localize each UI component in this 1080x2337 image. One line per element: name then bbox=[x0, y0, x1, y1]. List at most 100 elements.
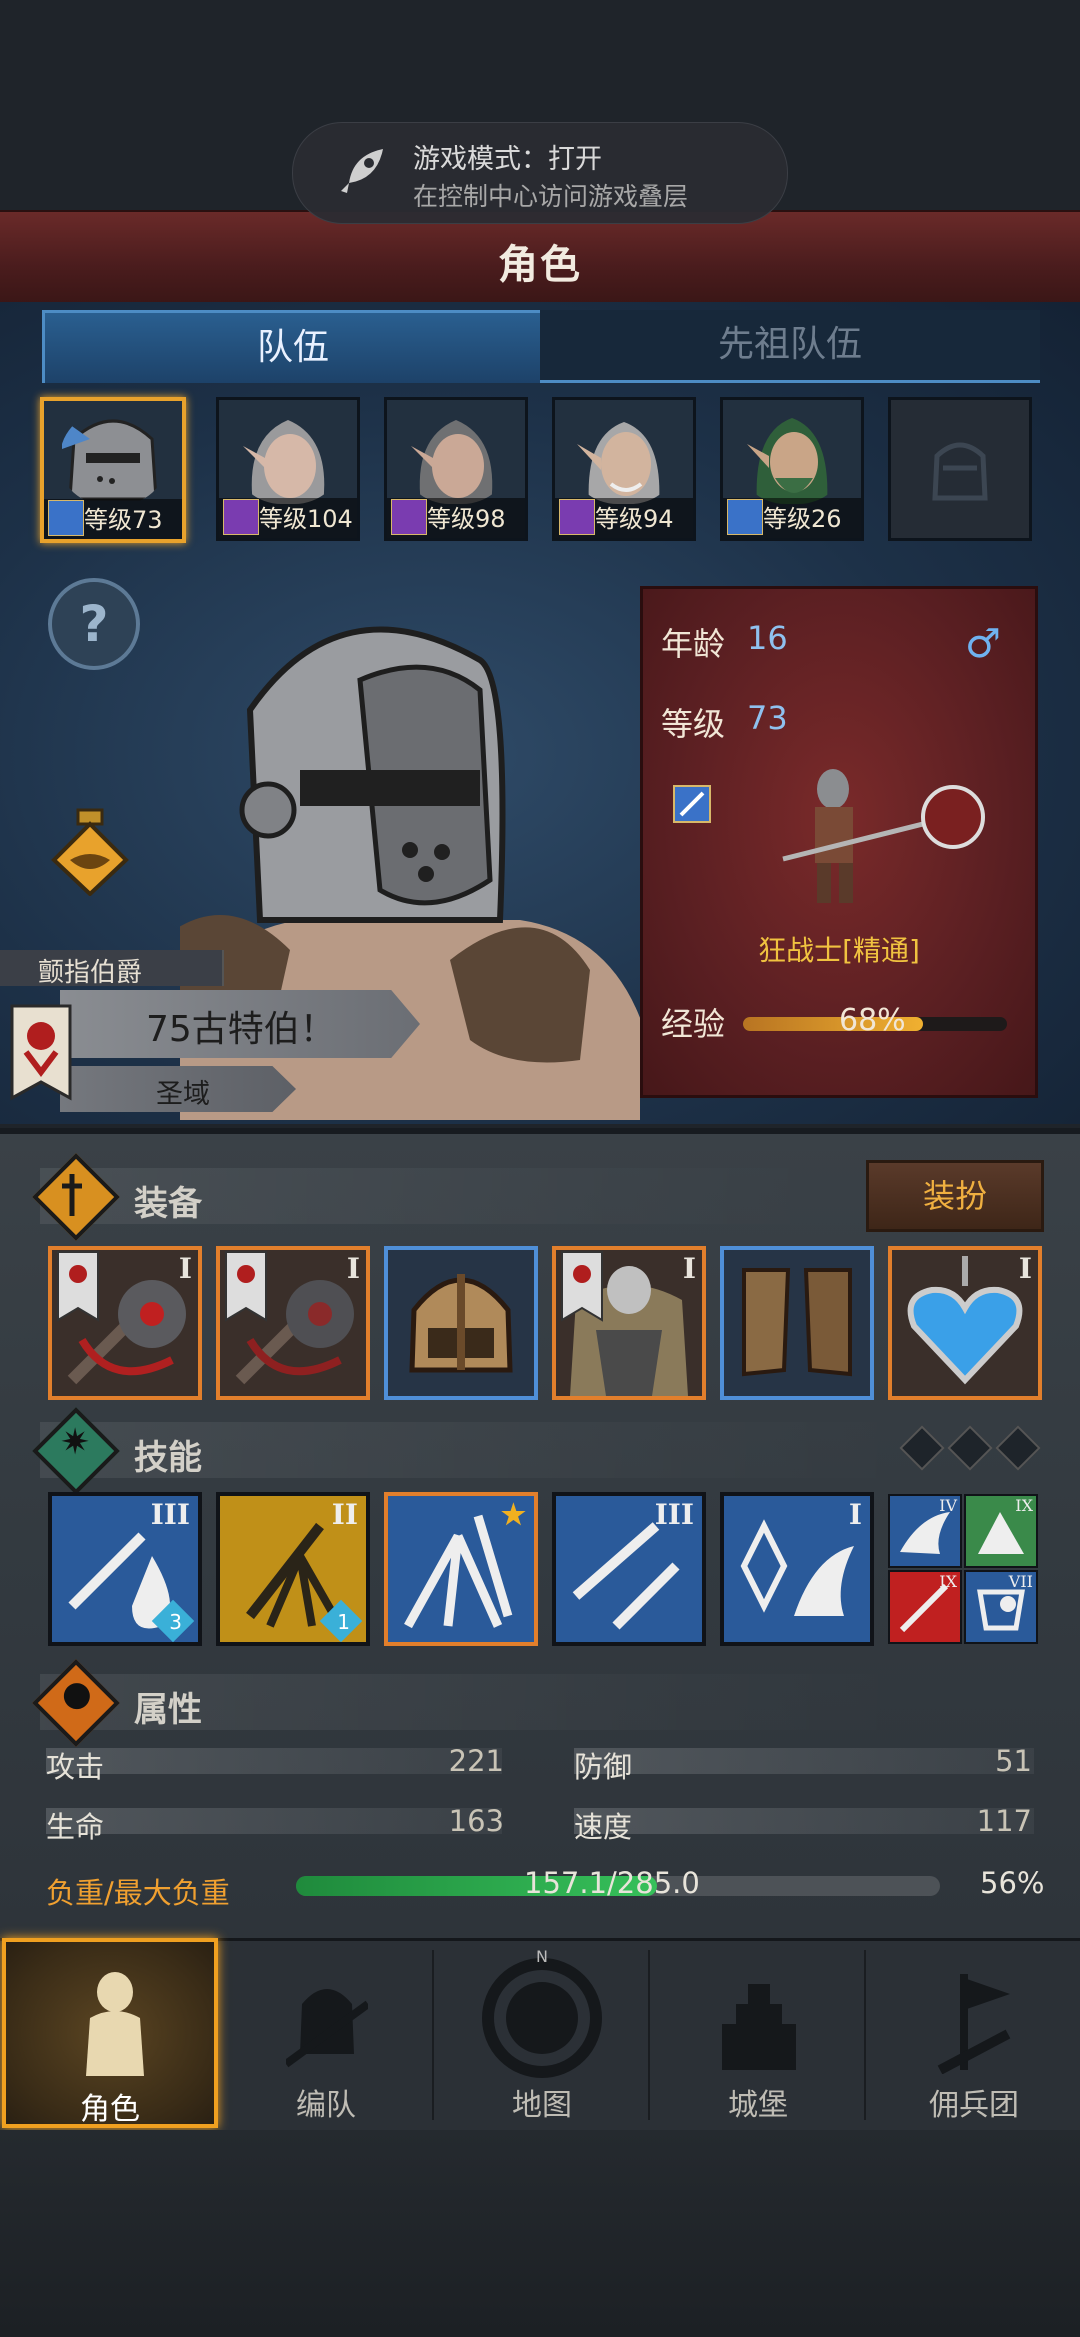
equip-slot-helmet[interactable] bbox=[384, 1246, 538, 1400]
toast-subtitle: 在控制中心访问游戏叠层 bbox=[413, 182, 689, 211]
nav-label: 城堡 bbox=[728, 2088, 788, 2123]
game-mode-toast[interactable]: 游戏模式：打开 在控制中心访问游戏叠层 bbox=[292, 122, 788, 224]
age-value: 16 bbox=[747, 619, 788, 657]
level-value: 73 bbox=[747, 699, 788, 737]
hero-name: 75古特伯！ bbox=[146, 1009, 336, 1050]
realm-plate: 圣域 bbox=[60, 1066, 296, 1112]
class-staff-icon bbox=[391, 499, 427, 535]
male-icon: ♂ bbox=[965, 621, 1001, 667]
skill-slot-2[interactable]: II 1 bbox=[216, 1492, 370, 1646]
class-staff-icon bbox=[223, 499, 259, 535]
toast-title: 游戏模式：打开 bbox=[413, 144, 602, 175]
skills-title: 技能 bbox=[134, 1438, 202, 1478]
skill-slot-1[interactable]: III 3 bbox=[48, 1492, 202, 1646]
speed-label: 速度 bbox=[574, 1810, 633, 1844]
nav-character[interactable]: 角色 bbox=[2, 1938, 218, 2128]
equipment-title: 装备 bbox=[134, 1184, 202, 1224]
page-title: 角色 bbox=[498, 242, 582, 288]
banner-icon bbox=[937, 1974, 1011, 2074]
svg-text:N: N bbox=[536, 1948, 548, 1966]
passive-skill-2[interactable]: IX bbox=[964, 1494, 1038, 1568]
boots-icon bbox=[742, 1268, 852, 1377]
age-label: 年龄 bbox=[661, 625, 726, 663]
tier-label: I bbox=[848, 1498, 862, 1531]
level-label: 等级26 bbox=[763, 505, 842, 533]
castle-icon bbox=[722, 1984, 796, 2070]
faction-banner-icon bbox=[57, 1251, 99, 1322]
tier-label: II bbox=[331, 1498, 358, 1531]
knight-portrait-icon bbox=[62, 419, 158, 501]
tab-party[interactable]: 队伍 bbox=[42, 310, 544, 383]
empty-slot-helmet-icon bbox=[932, 442, 988, 501]
passive-skill-1[interactable]: IV bbox=[888, 1494, 962, 1568]
class-sword-icon bbox=[673, 785, 711, 823]
berserker-figure-icon bbox=[782, 769, 985, 903]
faction-banner-icon bbox=[225, 1251, 267, 1322]
potion-icon[interactable] bbox=[50, 808, 130, 896]
skill-slot-5[interactable]: I bbox=[720, 1492, 874, 1646]
party-member-4[interactable]: 等级94 bbox=[552, 397, 696, 541]
nav-label: 地图 bbox=[512, 2088, 572, 2123]
load-label: 负重/最大负重 bbox=[46, 1876, 230, 1910]
person-glyph: ● bbox=[62, 1674, 92, 1714]
equip-slot-amulet[interactable]: I bbox=[888, 1246, 1042, 1400]
nav-mercenary[interactable]: 佣兵团 bbox=[866, 1938, 1080, 2128]
load-value: 157.1/285.0 bbox=[524, 1866, 700, 1900]
level-label: 等级104 bbox=[259, 505, 353, 533]
helmet-icon bbox=[409, 1274, 513, 1373]
xp-percent: 68% bbox=[839, 1003, 906, 1038]
tier-label: III bbox=[654, 1498, 694, 1531]
party-slot-empty[interactable] bbox=[888, 397, 1032, 541]
help-button[interactable]: ? bbox=[48, 578, 140, 670]
level-label: 等级98 bbox=[427, 505, 506, 533]
faction-banner-icon bbox=[10, 1004, 72, 1101]
nav-map[interactable]: N 地图 bbox=[434, 1938, 650, 2128]
equip-slot-armor[interactable]: I bbox=[552, 1246, 706, 1400]
party-member-5[interactable]: 等级26 bbox=[720, 397, 864, 541]
name-plate[interactable]: 75古特伯！ bbox=[60, 990, 420, 1058]
star-rank: ★ bbox=[500, 1498, 526, 1531]
nav-label: 编队 bbox=[296, 2088, 356, 2123]
tier-label: IV bbox=[939, 1496, 957, 1515]
elf-man-portrait-icon bbox=[747, 418, 828, 504]
nav-castle[interactable]: 城堡 bbox=[650, 1938, 866, 2128]
gem-count: 1 bbox=[337, 1610, 350, 1634]
load-percent: 56% bbox=[980, 1866, 1045, 1900]
helmet-sword-icon bbox=[286, 1989, 368, 2068]
dress-up-button[interactable]: 装扮 bbox=[866, 1160, 1044, 1232]
star-glyph: ✷ bbox=[60, 1422, 91, 1463]
nav-label: 佣兵团 bbox=[929, 2088, 1019, 2123]
skill-slot-4[interactable]: III bbox=[552, 1492, 706, 1646]
passive-skill-4[interactable]: VII bbox=[964, 1570, 1038, 1644]
knight-icon bbox=[86, 1972, 144, 2076]
tier-label: I bbox=[346, 1252, 360, 1285]
tab-ancestor-party[interactable]: 先祖队伍 bbox=[540, 310, 1040, 383]
passive-skill-3[interactable]: IX bbox=[888, 1570, 962, 1644]
elf-woman-portrait-icon bbox=[411, 420, 493, 504]
equip-slot-weapon-1[interactable]: I bbox=[48, 1246, 202, 1400]
level-label: 等级94 bbox=[595, 505, 674, 533]
nav-formation[interactable]: 编队 bbox=[218, 1938, 434, 2128]
character-stats-card: 年龄 16 ♂ 等级 73 狂战士[精通] 经验 68% bbox=[640, 586, 1038, 1098]
class-staff-icon bbox=[559, 499, 595, 535]
attack-label: 攻击 bbox=[46, 1750, 105, 1784]
defense-value: 51 bbox=[995, 1744, 1032, 1778]
class-title: 狂战士[精通] bbox=[758, 934, 920, 967]
class-sword-icon bbox=[727, 499, 763, 535]
tier-label: IX bbox=[1015, 1496, 1033, 1515]
xp-label: 经验 bbox=[661, 1005, 726, 1043]
equip-slot-boots[interactable] bbox=[720, 1246, 874, 1400]
tier-label: I bbox=[178, 1252, 192, 1285]
defense-label: 防御 bbox=[574, 1750, 633, 1784]
gem-count: 3 bbox=[169, 1610, 182, 1634]
party-member-3[interactable]: 等级98 bbox=[384, 397, 528, 541]
equip-slot-weapon-2[interactable]: I bbox=[216, 1246, 370, 1400]
title-banner: 角色 bbox=[0, 210, 1080, 308]
rocket-icon bbox=[341, 149, 383, 193]
skill-slot-3[interactable]: ★ bbox=[384, 1492, 538, 1646]
tier-label: III bbox=[150, 1498, 190, 1531]
faction-banner-icon bbox=[561, 1251, 603, 1322]
tier-label: VII bbox=[1008, 1572, 1033, 1591]
party-member-1[interactable]: 等级73 bbox=[40, 397, 186, 543]
party-member-2[interactable]: 等级104 bbox=[216, 397, 360, 541]
